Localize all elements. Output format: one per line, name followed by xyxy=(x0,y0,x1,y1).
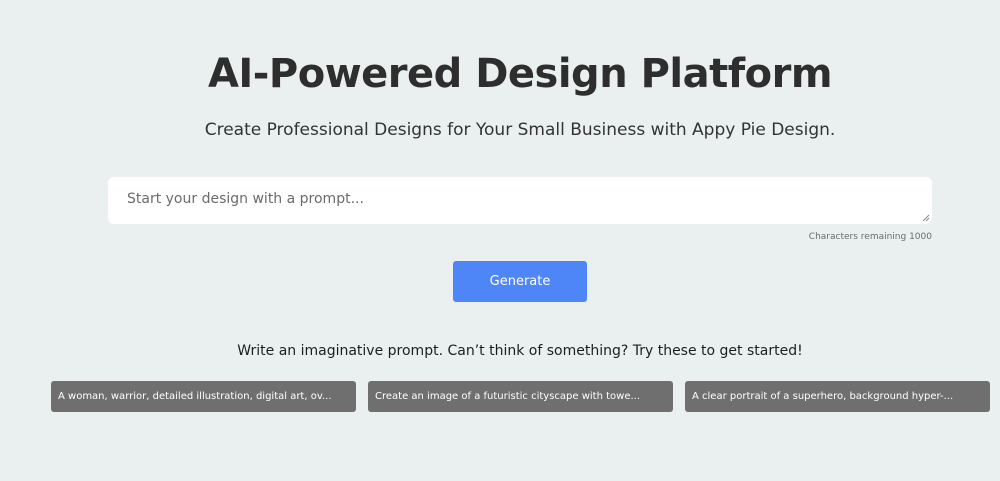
resize-handle-icon[interactable] xyxy=(922,214,930,222)
suggestions-hint: Write an imaginative prompt. Can’t think… xyxy=(237,343,803,359)
generate-button[interactable]: Generate xyxy=(453,261,587,302)
suggestion-chip-3[interactable]: A clear portrait of a superhero, backgro… xyxy=(685,381,990,412)
suggestion-chip-2[interactable]: Create an image of a futuristic cityscap… xyxy=(368,381,673,412)
page-subtitle: Create Professional Designs for Your Sma… xyxy=(204,120,836,140)
prompt-input[interactable] xyxy=(108,177,932,224)
characters-remaining: Characters remaining 1000 xyxy=(808,232,932,242)
hero-section: AI-Powered Design Platform Create Profes… xyxy=(0,0,1000,481)
suggestion-chip-1[interactable]: A woman, warrior, detailed illustration,… xyxy=(51,381,356,412)
suggestion-chips: A woman, warrior, detailed illustration,… xyxy=(51,381,990,412)
prompt-container xyxy=(108,177,932,224)
page-title: AI-Powered Design Platform xyxy=(207,51,833,97)
